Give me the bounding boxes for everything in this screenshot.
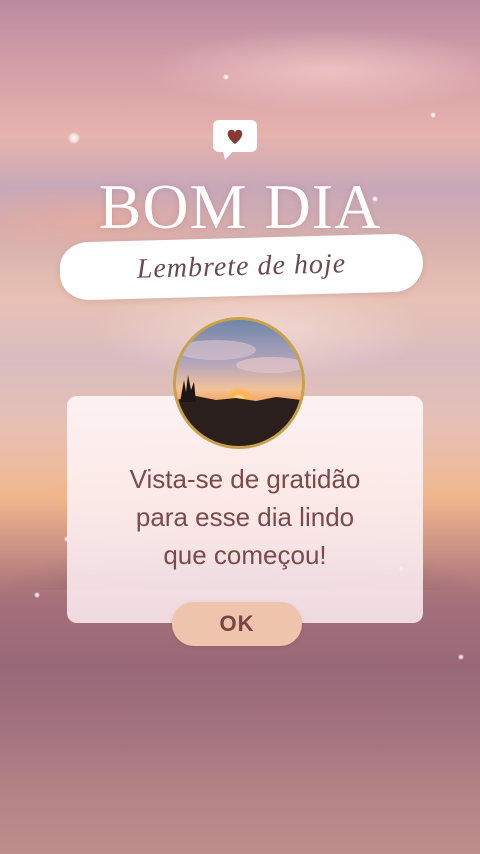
sparkle-icon [68,132,80,144]
sparkle-icon [34,592,40,598]
sparkle-icon [430,112,436,118]
subtitle-text: Lembrete de hoje [136,248,347,285]
subtitle-banner: Lembrete de hoje [59,233,424,301]
page-title: BOM DIA [98,171,382,242]
story-screen: BOM DIA Lembrete de hoje Vista-se de gra… [0,0,480,854]
message-line: para esse dia lindo [135,502,355,532]
sparkle-icon [223,74,229,80]
ok-button[interactable]: OK [172,602,302,646]
heart-bubble-icon [213,120,257,160]
sunset-image [176,320,302,446]
sparkle-icon [458,654,464,660]
message-line: que começou! [163,540,327,570]
sunset-photo [173,317,305,449]
message-line: Vista-se de gratidão [129,464,361,494]
message-text: Vista-se de gratidão para esse dia lindo… [67,460,423,574]
